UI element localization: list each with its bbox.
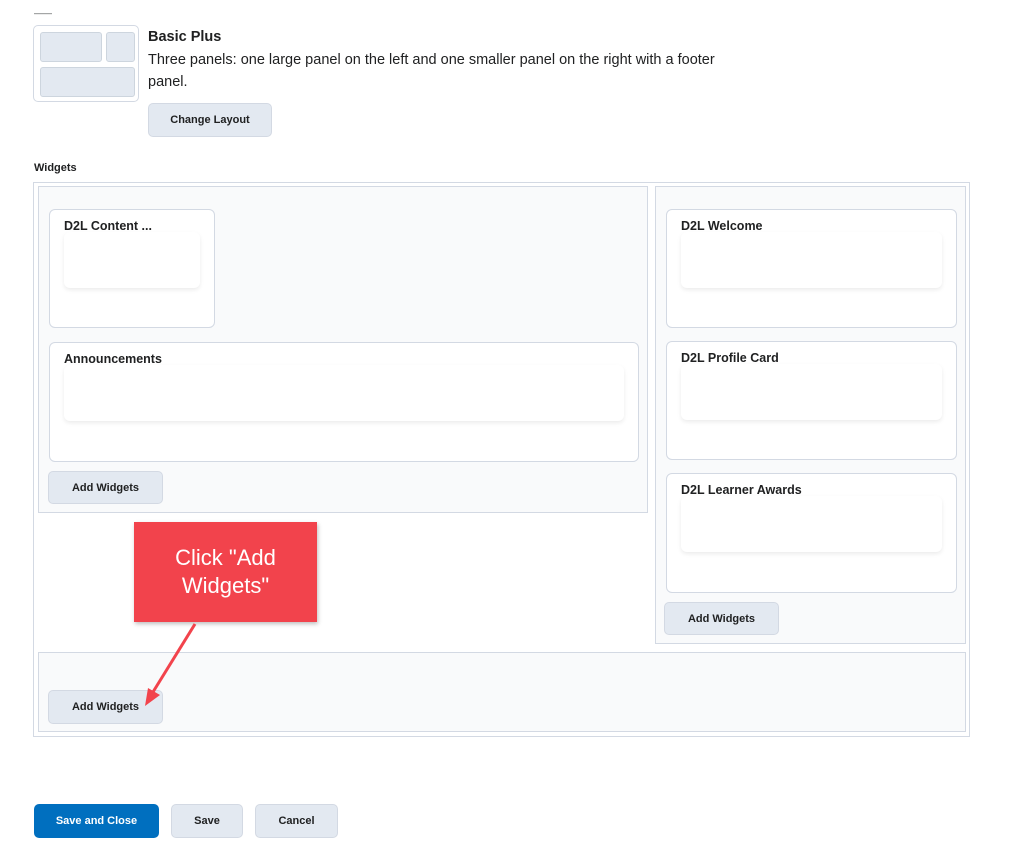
widgets-section-label: Widgets (34, 162, 77, 174)
widget-card[interactable]: D2L Learner Awards (666, 473, 957, 593)
cancel-button[interactable]: Cancel (255, 804, 338, 838)
widget-card-title: D2L Content ... (64, 219, 152, 233)
annotation-callout: Click "Add Widgets" (134, 522, 317, 622)
thumb-large-panel (40, 32, 102, 62)
layout-thumbnail (33, 25, 139, 102)
add-widgets-button[interactable]: Add Widgets (48, 690, 163, 724)
widget-card-preview (681, 364, 942, 420)
change-layout-button[interactable]: Change Layout (148, 103, 272, 137)
widget-card-preview (64, 232, 200, 288)
footer-panel: Add Widgets (38, 652, 966, 732)
widget-card-title: Announcements (64, 352, 162, 366)
save-button[interactable]: Save (171, 804, 243, 838)
widget-card[interactable]: Announcements (49, 342, 639, 462)
add-widgets-button[interactable]: Add Widgets (48, 471, 163, 504)
widget-card[interactable]: D2L Welcome (666, 209, 957, 328)
thumb-footer-panel (40, 67, 135, 97)
widget-card-title: D2L Profile Card (681, 351, 779, 365)
layout-name: Basic Plus (148, 29, 222, 45)
cropped-heading: —— (34, 10, 52, 16)
widget-card-title: D2L Welcome (681, 219, 763, 233)
widget-card-preview (681, 232, 942, 288)
left-panel: D2L Content ... Announcements Add Widget… (38, 186, 648, 513)
thumb-small-panel (106, 32, 135, 62)
widget-card[interactable]: D2L Profile Card (666, 341, 957, 460)
add-widgets-button[interactable]: Add Widgets (664, 602, 779, 635)
layout-description: Three panels: one large panel on the lef… (148, 52, 715, 90)
widget-card[interactable]: D2L Content ... (49, 209, 215, 328)
right-panel: D2L Welcome D2L Profile Card D2L Learner… (655, 186, 966, 644)
widget-card-title: D2L Learner Awards (681, 483, 802, 497)
widget-card-preview (681, 496, 942, 552)
save-and-close-button[interactable]: Save and Close (34, 804, 159, 838)
widget-card-preview (64, 365, 624, 421)
